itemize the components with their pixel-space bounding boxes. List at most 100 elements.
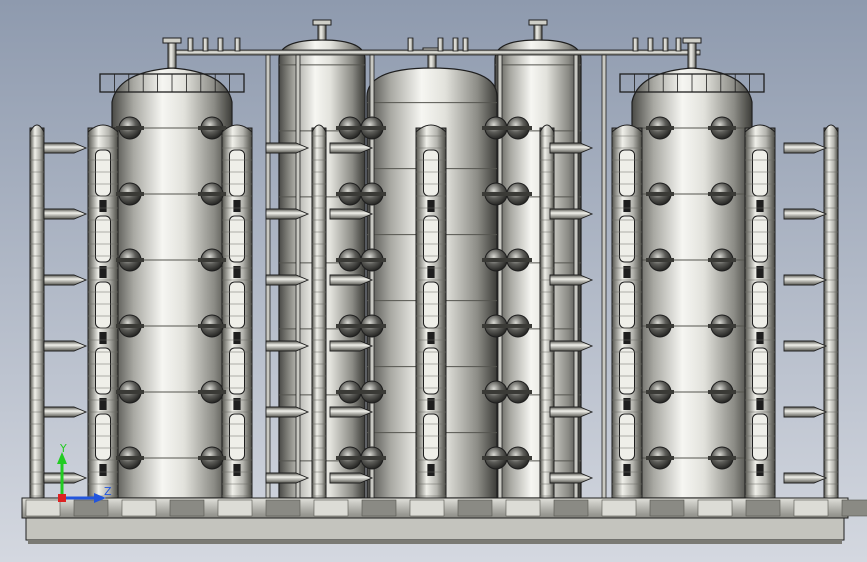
- valve-stem: [116, 390, 144, 394]
- valve-stem: [708, 324, 736, 328]
- pipe-column-7-sight-glass: [619, 413, 635, 461]
- pipe-column-5-sight-glass: [423, 281, 439, 329]
- valve-stem: [358, 456, 386, 460]
- pipe-column-8-bracket: [756, 464, 764, 476]
- pressure-vessel-assembly-model[interactable]: Y Z: [0, 0, 867, 562]
- skid-plate: [841, 499, 867, 517]
- rear-vessel-right-top-flange: [528, 19, 548, 26]
- pipe-column-2-sight-glass: [95, 149, 111, 197]
- pipe-column-8-sight-glass: [752, 281, 768, 329]
- pipe-column-5-sight-glass: [423, 413, 439, 461]
- pipe-column-1: [29, 127, 45, 499]
- valve-stem: [116, 126, 144, 130]
- valve-stem: [708, 126, 736, 130]
- header-nozzle: [632, 37, 639, 52]
- valve-stem: [708, 258, 736, 262]
- valve-stem: [198, 324, 226, 328]
- skid-plate: [169, 499, 205, 517]
- front-vessel-left-vent-flange: [162, 37, 182, 44]
- skid-plate: [73, 499, 109, 517]
- valve-stem: [646, 126, 674, 130]
- pipe-column-8-sight-glass: [752, 149, 768, 197]
- header-nozzle: [187, 37, 194, 52]
- header-nozzle: [217, 37, 224, 52]
- pipe-column-7-sight-glass: [619, 347, 635, 395]
- header-nozzle: [452, 37, 459, 52]
- pipe-column-8-bracket: [756, 332, 764, 344]
- pipe-column-7-sight-glass: [619, 149, 635, 197]
- pipe-column-4: [311, 127, 327, 499]
- valve-stem: [116, 258, 144, 262]
- skid-plate: [217, 499, 253, 517]
- valve-stem: [646, 258, 674, 262]
- skid-base[interactable]: [21, 497, 867, 544]
- skid-lower-beam: [25, 517, 845, 541]
- y-axis-label: Y: [59, 442, 67, 455]
- pipe-column-8-bracket: [756, 200, 764, 212]
- valve-stem: [646, 192, 674, 196]
- pipe-column-7-bracket: [623, 464, 631, 476]
- pipe-column-7-bracket: [623, 332, 631, 344]
- pipe-column-5-sight-glass: [423, 149, 439, 197]
- valve-stem: [504, 192, 532, 196]
- pipe-column-2-sight-glass: [95, 281, 111, 329]
- pipe-column-2-sight-glass: [95, 413, 111, 461]
- pipe-column-8-sight-glass: [752, 347, 768, 395]
- rear-vessel-right-top-nozzle: [533, 23, 543, 41]
- header-nozzle: [647, 37, 654, 52]
- top-header-pipe: [167, 49, 701, 56]
- skid-plate: [505, 499, 541, 517]
- rear-vessel-right: [494, 39, 582, 499]
- valve-stem: [358, 258, 386, 262]
- pipe-column-5-sight-glass: [423, 215, 439, 263]
- cad-viewport[interactable]: Y Z: [0, 0, 867, 562]
- pipe-column-9: [823, 127, 839, 499]
- skid-plate: [313, 499, 349, 517]
- valve-stem: [198, 192, 226, 196]
- valve-stem: [708, 390, 736, 394]
- header-nozzle: [202, 37, 209, 52]
- skid-plate: [649, 499, 685, 517]
- valve-stem: [646, 324, 674, 328]
- valve-stem: [504, 258, 532, 262]
- pipe-column-3-sight-glass: [229, 347, 245, 395]
- valve-stem: [646, 390, 674, 394]
- valve-stem: [358, 324, 386, 328]
- valve-stem: [358, 126, 386, 130]
- valve-stem: [708, 456, 736, 460]
- skid-plate: [361, 499, 397, 517]
- header-nozzle: [407, 37, 414, 52]
- valve-stem: [708, 192, 736, 196]
- rear-vessel-left-top-flange: [312, 19, 332, 26]
- pipe-column-5-bracket: [427, 332, 435, 344]
- pipe-column-3-sight-glass: [229, 149, 245, 197]
- valve-stem: [646, 456, 674, 460]
- pipe-column-5-bracket: [427, 464, 435, 476]
- pipe-column-2-bracket: [99, 200, 107, 212]
- pipe-column-3-sight-glass: [229, 281, 245, 329]
- valve-stem: [116, 456, 144, 460]
- frame-post: [601, 54, 607, 501]
- pipe-column-2-bracket: [99, 464, 107, 476]
- pipe-column-3-bracket: [233, 464, 241, 476]
- skid-plate: [601, 499, 637, 517]
- header-nozzle: [462, 37, 469, 52]
- pipe-column-3-sight-glass: [229, 413, 245, 461]
- valve-stem: [358, 390, 386, 394]
- skid-plate: [25, 499, 61, 517]
- pipe-column-5-bracket: [427, 200, 435, 212]
- valve-stem: [358, 192, 386, 196]
- skid-plate: [793, 499, 829, 517]
- header-nozzle: [662, 37, 669, 52]
- skid-plate: [457, 499, 493, 517]
- rear-vessel-left-top-nozzle: [317, 23, 327, 41]
- pipe-column-7-sight-glass: [619, 281, 635, 329]
- pipe-column-2-bracket: [99, 332, 107, 344]
- valve-stem: [116, 192, 144, 196]
- valve-stem: [504, 390, 532, 394]
- skid-plate: [553, 499, 589, 517]
- triad-origin: [58, 494, 66, 502]
- pipe-column-7-bracket: [623, 200, 631, 212]
- pipe-column-3-sight-glass: [229, 215, 245, 263]
- z-axis-label: Z: [104, 485, 112, 498]
